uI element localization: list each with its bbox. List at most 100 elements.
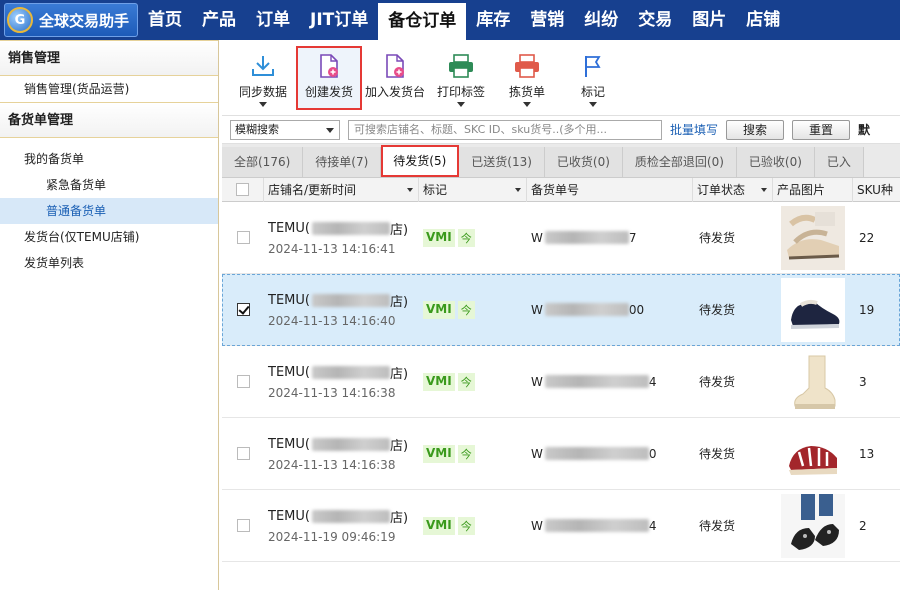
- nav-tab-trade[interactable]: 交易: [628, 0, 682, 40]
- order-no-prefix: W: [531, 518, 543, 533]
- order-no-prefix: W: [531, 446, 543, 461]
- redacted-store: [311, 294, 390, 307]
- update-time: 2024-11-13 14:16:40: [268, 314, 396, 328]
- row-checkbox[interactable]: [236, 447, 250, 460]
- app-logo[interactable]: G 全球交易助手: [4, 3, 139, 37]
- print-label-button[interactable]: 打印标签: [428, 46, 494, 110]
- select-all-checkbox[interactable]: [236, 183, 249, 196]
- col-sku: SKU种: [853, 178, 900, 202]
- col-status-label: 订单状态: [697, 182, 746, 197]
- tab-pending-accept[interactable]: 待接单(7): [303, 147, 382, 177]
- nav-tab-marketing[interactable]: 营销: [520, 0, 574, 40]
- col-mark[interactable]: 标记: [419, 177, 527, 202]
- nav-tab-inventory[interactable]: 库存: [466, 0, 520, 40]
- add-to-ship-desk-label: 加入发货台: [364, 85, 425, 99]
- nav-tab-disputes[interactable]: 纠纷: [574, 0, 628, 40]
- tab-delivered[interactable]: 已送货(13): [459, 147, 545, 177]
- sidebar-group-sales[interactable]: 销售管理: [0, 40, 218, 76]
- col-sku-label: SKU种: [857, 182, 893, 197]
- sidebar: 销售管理 销售管理(货品运营) 备货单管理 我的备货单 紧急备货单 普通备货单 …: [0, 40, 219, 590]
- vmi-badge: VMI: [423, 444, 455, 463]
- product-image-red-sandal[interactable]: [781, 421, 845, 486]
- redacted-order-no: [544, 447, 649, 460]
- redacted-store: [311, 510, 390, 523]
- product-image-sandal[interactable]: [781, 205, 845, 270]
- document-add-icon: [381, 52, 409, 80]
- today-badge: 今: [457, 444, 475, 463]
- order-no-prefix: W: [531, 302, 543, 317]
- table-body: TEMU(店) 2024-11-13 14:16:41 VMI 今 W7 待发货 …: [222, 202, 900, 562]
- redacted-store: [311, 222, 390, 235]
- pick-list-button[interactable]: 拣货单: [494, 46, 560, 110]
- nav-tab-jit-orders[interactable]: JIT订单: [300, 0, 378, 40]
- table-row[interactable]: TEMU(店) 2024-11-13 14:16:38 VMI 今 W4 待发货 …: [222, 346, 900, 418]
- table-header: 店铺名/更新时间 标记 备货单号 订单状态 产品图片 SKU种: [222, 177, 900, 202]
- update-time: 2024-11-13 14:16:38: [268, 386, 396, 400]
- redacted-order-no: [544, 231, 629, 244]
- store-name-tail: 店): [389, 367, 409, 382]
- sync-data-label: 同步数据: [238, 85, 287, 99]
- nav-tab-home[interactable]: 首页: [138, 0, 192, 40]
- col-store[interactable]: 店铺名/更新时间: [264, 177, 419, 202]
- col-order-no[interactable]: 备货单号: [527, 177, 693, 202]
- row-checkbox[interactable]: [236, 375, 250, 388]
- col-status[interactable]: 订单状态: [693, 177, 773, 202]
- app-name: 全球交易助手: [39, 11, 130, 30]
- sidebar-item-ship-list[interactable]: 发货单列表: [0, 250, 218, 276]
- download-icon: [249, 52, 277, 80]
- vmi-badge: VMI: [423, 372, 455, 391]
- table-row[interactable]: TEMU(店) 2024-11-13 14:16:41 VMI 今 W7 待发货 …: [222, 202, 900, 274]
- sidebar-item-normal[interactable]: 普通备货单: [0, 198, 218, 224]
- row-checkbox[interactable]: [236, 231, 250, 244]
- main-panel: 同步数据 创建发货 加入发货台 打印标签 拣货单 标记 模糊搜索 可搜索店铺名、…: [222, 40, 900, 590]
- batch-fill-link[interactable]: 批量填写: [670, 121, 718, 138]
- select-all-cell: [222, 177, 264, 202]
- document-plus-icon: [315, 52, 343, 80]
- nav-tab-stock-orders[interactable]: 备仓订单: [378, 0, 467, 40]
- store-name-tail: 店): [389, 511, 409, 526]
- tab-stocked[interactable]: 已入: [814, 147, 864, 177]
- default-settings-label[interactable]: 默: [858, 121, 870, 138]
- chevron-down-icon: [457, 102, 465, 107]
- search-button[interactable]: 搜索: [726, 119, 785, 140]
- mark-button[interactable]: 标记: [560, 46, 626, 110]
- tab-all[interactable]: 全部(176): [222, 147, 304, 177]
- nav-tab-images[interactable]: 图片: [682, 0, 736, 40]
- tab-accepted[interactable]: 已验收(0): [736, 147, 815, 177]
- chevron-down-icon: [326, 127, 334, 133]
- vmi-badge: VMI: [423, 300, 455, 319]
- table-row[interactable]: TEMU(店) 2024-11-13 14:16:38 VMI 今 W0 待发货 …: [222, 418, 900, 490]
- store-name-tail: 店): [389, 223, 409, 238]
- nav-tab-products[interactable]: 产品: [192, 0, 246, 40]
- tab-qc-returned[interactable]: 质检全部退回(0): [622, 147, 737, 177]
- row-checkbox[interactable]: [236, 303, 250, 316]
- chevron-down-icon: [259, 102, 267, 107]
- nav-tab-stores[interactable]: 店铺: [736, 0, 790, 40]
- order-status: 待发货: [699, 447, 736, 461]
- tab-pending-ship[interactable]: 待发货(5): [381, 145, 460, 177]
- table-row[interactable]: TEMU(店) 2024-11-13 14:16:40 VMI 今 W 00 待发货…: [222, 274, 900, 346]
- table-row[interactable]: TEMU(店) 2024-11-19 09:46:19 VMI 今 W4 待发货 …: [222, 490, 900, 562]
- nav-tab-orders[interactable]: 订单: [246, 0, 300, 40]
- sync-data-button[interactable]: 同步数据: [230, 46, 296, 110]
- reset-button[interactable]: 重置: [792, 119, 851, 140]
- add-to-ship-desk-button[interactable]: 加入发货台: [362, 46, 428, 110]
- product-image-boot[interactable]: [781, 277, 845, 342]
- sidebar-group-stock-orders[interactable]: 备货单管理: [0, 102, 218, 138]
- sidebar-item-my-orders[interactable]: 我的备货单: [0, 146, 218, 172]
- row-checkbox[interactable]: [236, 519, 250, 532]
- printer-icon: [447, 52, 475, 80]
- search-mode-select[interactable]: 模糊搜索: [230, 119, 340, 140]
- search-input[interactable]: 可搜索店铺名、标题、SKC ID、sku货号..(多个用...: [348, 119, 662, 140]
- sidebar-item-sales-ops[interactable]: 销售管理(货品运营): [0, 76, 218, 102]
- sidebar-item-urgent[interactable]: 紧急备货单: [0, 172, 218, 198]
- create-shipment-button[interactable]: 创建发货: [296, 46, 362, 110]
- chevron-down-icon: [589, 102, 597, 107]
- product-image-flats[interactable]: [781, 493, 845, 558]
- print-label-label: 打印标签: [436, 85, 485, 99]
- sku-count: 13: [859, 446, 875, 461]
- order-no-prefix: W: [531, 230, 543, 245]
- tab-received[interactable]: 已收货(0): [544, 147, 623, 177]
- sidebar-item-ship-desk[interactable]: 发货台(仅TEMU店铺): [0, 224, 218, 250]
- product-image-ankle-boot[interactable]: [781, 349, 845, 414]
